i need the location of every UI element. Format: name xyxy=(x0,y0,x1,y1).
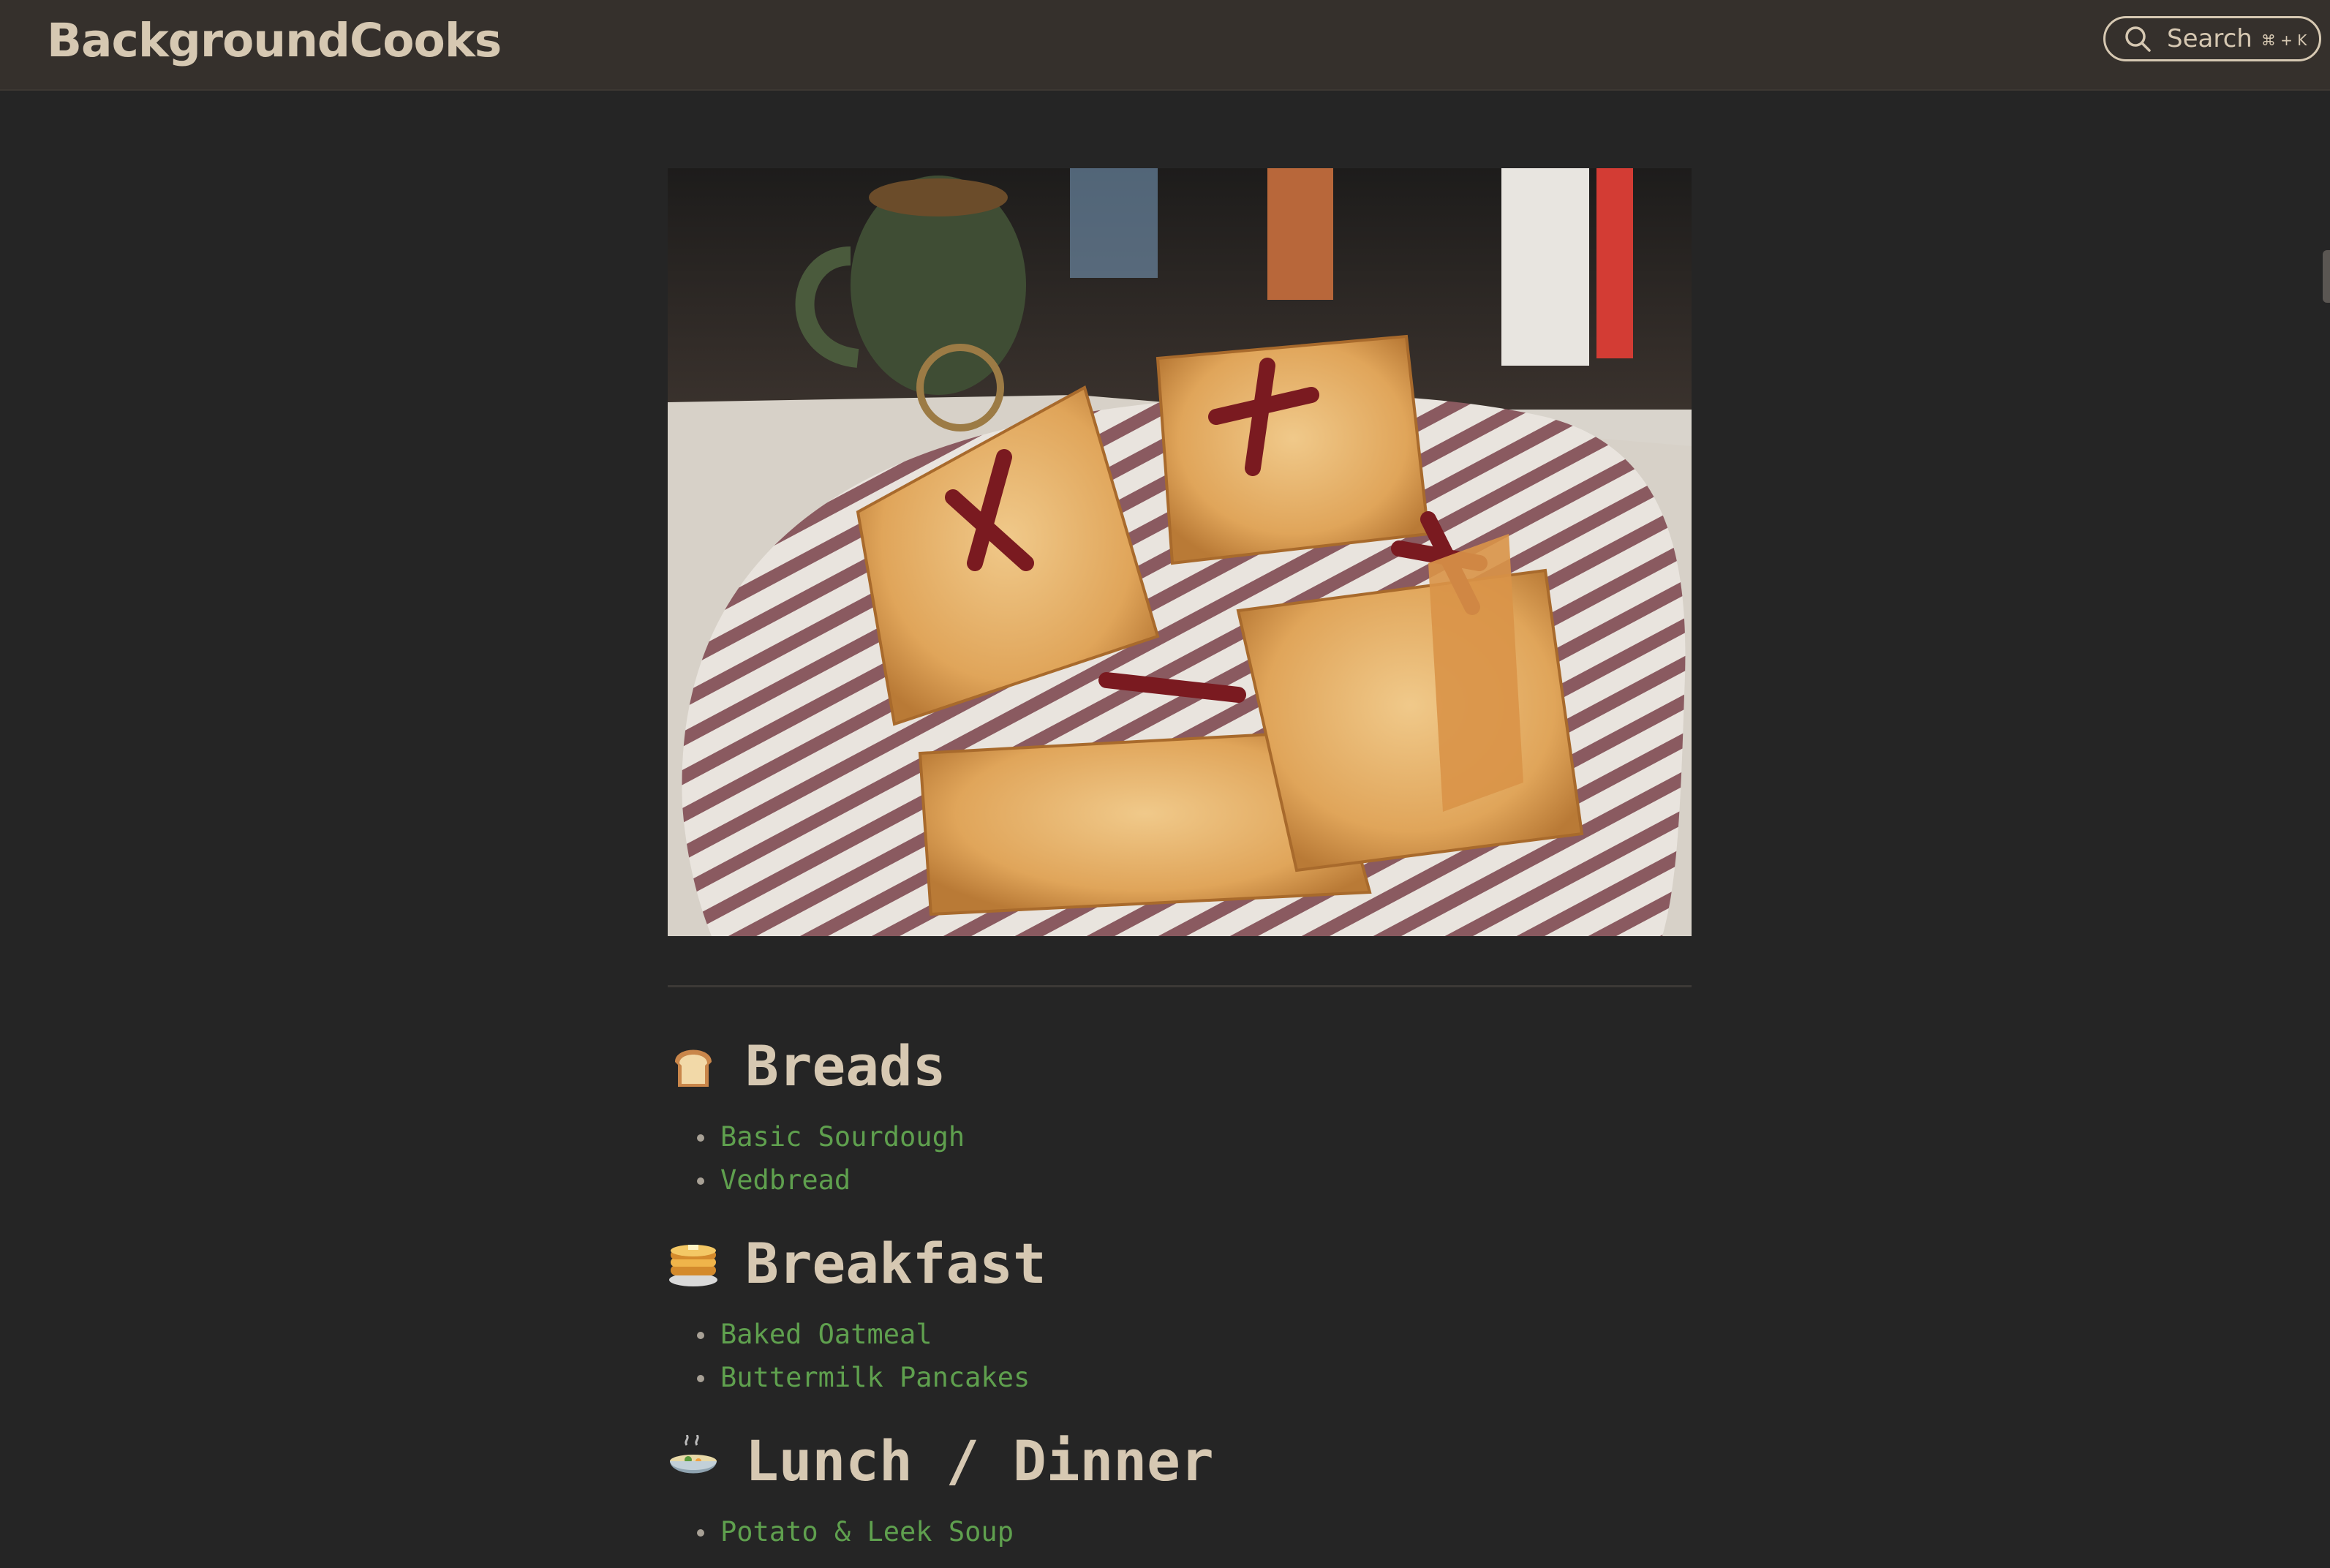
top-header: BackgroundCooks Search ⌘ + K xyxy=(0,0,2330,91)
recipe-link-basic-sourdough[interactable]: Basic Sourdough xyxy=(720,1121,965,1153)
section-heading-breakfast: Breakfast xyxy=(668,1219,1692,1307)
search-button[interactable]: Search ⌘ + K xyxy=(2103,16,2321,61)
recipe-link-vedbread[interactable]: Vedbread xyxy=(720,1164,851,1196)
section-title: Lunch / Dinner xyxy=(745,1428,1214,1493)
scrollbar-thumb[interactable] xyxy=(2323,250,2330,303)
section-title: Breads xyxy=(745,1033,946,1098)
recipe-list-lunch-dinner: Potato & Leek Soup xyxy=(668,1510,1692,1553)
pancakes-icon xyxy=(669,1245,717,1286)
search-icon xyxy=(2125,26,2151,52)
list-item: Potato & Leek Soup xyxy=(697,1510,1692,1553)
recipe-link-buttermilk-pancakes[interactable]: Buttermilk Pancakes xyxy=(720,1362,1030,1393)
list-item: Vedbread xyxy=(697,1158,1692,1202)
list-item: Baked Oatmeal xyxy=(697,1313,1692,1356)
recipe-list-breakfast: Baked Oatmeal Buttermilk Pancakes xyxy=(668,1313,1692,1399)
soup-bowl-icon xyxy=(670,1435,717,1474)
section-heading-lunch-dinner: Lunch / Dinner xyxy=(668,1417,1692,1504)
search-label: Search xyxy=(2167,24,2252,53)
recipe-link-potato-leek-soup[interactable]: Potato & Leek Soup xyxy=(720,1516,1014,1548)
section-heading-breads: Breads xyxy=(668,1022,1692,1109)
list-item: Basic Sourdough xyxy=(697,1115,1692,1158)
recipe-list-breads: Basic Sourdough Vedbread xyxy=(668,1115,1692,1202)
content-divider xyxy=(668,985,1692,987)
list-item: Buttermilk Pancakes xyxy=(697,1356,1692,1399)
search-shortcut-hint: ⌘ + K xyxy=(2261,31,2307,49)
main-content: Breads Basic Sourdough Vedbread Breakfas… xyxy=(668,168,1692,1553)
bread-icon xyxy=(675,1049,712,1087)
hero-photo-icon xyxy=(668,168,1692,936)
site-title-link[interactable]: BackgroundCooks xyxy=(47,0,502,82)
section-title: Breakfast xyxy=(745,1230,1047,1296)
recipe-link-baked-oatmeal[interactable]: Baked Oatmeal xyxy=(720,1319,932,1350)
